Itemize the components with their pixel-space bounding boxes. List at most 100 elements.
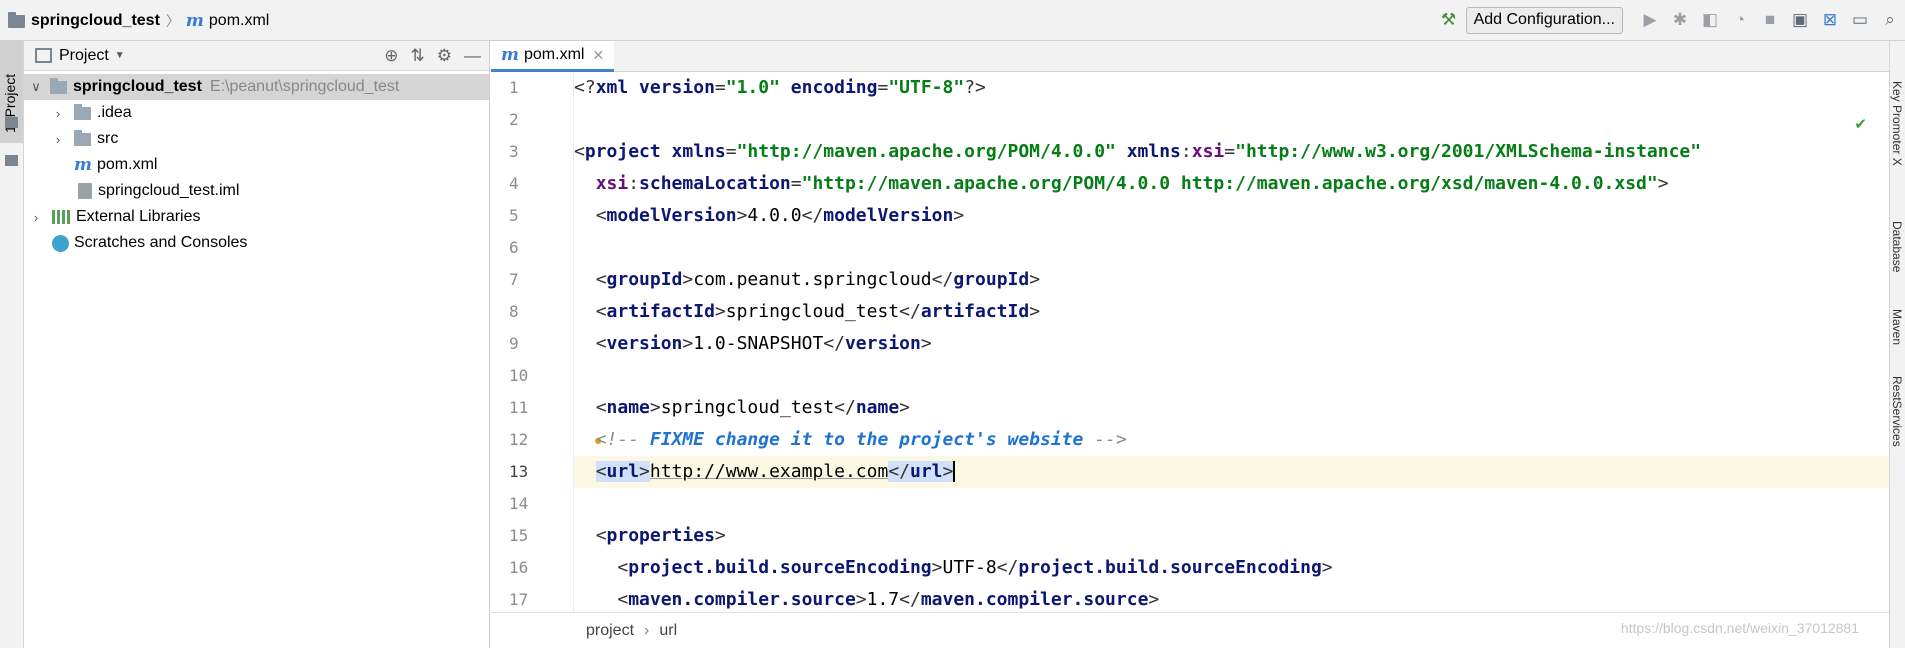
chevron-right-icon: ›	[644, 621, 650, 639]
left-tool-strip: 1: Project	[0, 41, 24, 648]
breadcrumb-item[interactable]: url	[659, 622, 677, 640]
line-number: 5	[509, 206, 519, 225]
folder-icon	[5, 117, 18, 128]
line-number: 16	[509, 558, 529, 577]
tool-tab-maven[interactable]: Maven	[1890, 309, 1904, 345]
code-line: <maven.compiler.source>1.7</maven.compil…	[617, 589, 1160, 610]
coverage-icon[interactable]: ◧	[1695, 6, 1725, 34]
folder-icon	[50, 77, 67, 94]
minimize-icon[interactable]: —	[464, 46, 481, 66]
scratches-icon	[52, 234, 69, 252]
project-panel-actions: ⊕ ⇅ ⚙ —	[384, 46, 481, 66]
line-number: 9	[509, 334, 519, 353]
line-number: 14	[509, 494, 529, 513]
tree-item-label: src	[97, 130, 119, 147]
code-line: <!-- FIXME change it to the project's we…	[595, 429, 1127, 450]
folder-icon	[74, 129, 91, 146]
code-line: <modelVersion>4.0.0</modelVersion>	[595, 205, 965, 226]
tree-item-label: Scratches and Consoles	[74, 234, 248, 251]
chevron-right-icon[interactable]: ›	[50, 106, 66, 121]
project-panel-title[interactable]: Project	[59, 47, 109, 65]
project-panel: Project ▼ ⊕ ⇅ ⚙ — ∨ springcloud_test E:\…	[24, 41, 490, 648]
stop-icon[interactable]: ■	[1755, 6, 1785, 34]
line-number-gutter: 1 2 3 4 5 6 7 8 9 10 11 12 13 14 15 16 1…	[491, 72, 602, 612]
line-number: 6	[509, 238, 519, 257]
chevron-down-icon[interactable]: ▼	[115, 50, 125, 61]
line-number: 11	[509, 398, 529, 417]
tool-tab-key-promoter[interactable]: Key Promoter X	[1890, 81, 1904, 166]
add-configuration-button[interactable]: Add Configuration...	[1465, 6, 1623, 34]
main-toolbar: ⚒ Add Configuration... ▶ ✱ ◧ ◔ ■ ▣ ⊠ ▭ ⌕	[1434, 6, 1905, 34]
maven-file-icon: m	[185, 11, 204, 31]
chevron-down-icon[interactable]: ∨	[28, 79, 44, 95]
module-file-icon	[78, 183, 92, 199]
tree-item-label: pom.xml	[97, 156, 158, 173]
code-line: <groupId>com.peanut.springcloud</groupId…	[595, 269, 1041, 290]
line-number: 17	[509, 590, 529, 609]
search-everywhere-icon[interactable]: ⌕	[1875, 6, 1905, 34]
tree-item-path: E:\peanut\springcloud_test	[209, 78, 400, 95]
locate-icon[interactable]: ⊕	[384, 46, 398, 66]
run-icon[interactable]: ▶	[1635, 6, 1665, 34]
line-number: 4	[509, 174, 519, 193]
build-hammer-icon[interactable]: ⚒	[1434, 6, 1464, 34]
tree-item-external-libraries[interactable]: › External Libraries	[24, 204, 489, 230]
nav-breadcrumb: springcloud_test 〉 m pom.xml	[8, 11, 269, 31]
tree-item-label: springcloud_test.iml	[98, 182, 240, 199]
code-line: xsi:schemaLocation="http://maven.apache.…	[595, 173, 1669, 194]
folder-icon	[8, 11, 25, 28]
tab-pom-xml[interactable]: m pom.xml ✕	[491, 41, 615, 72]
translate-icon[interactable]: ⊠	[1815, 6, 1845, 34]
tree-item-iml[interactable]: springcloud_test.iml	[24, 178, 489, 204]
breadcrumb-project[interactable]: springcloud_test	[31, 12, 160, 30]
libraries-icon	[52, 210, 70, 224]
tool-tab-database[interactable]: Database	[1890, 221, 1904, 272]
code-line: <name>springcloud_test</name>	[595, 397, 911, 418]
editor-tabs: m pom.xml ✕	[491, 41, 1889, 72]
code-area[interactable]: 1 2 3 4 5 6 7 8 9 10 11 12 13 14 15 16 1…	[491, 72, 1889, 612]
line-number: 12	[509, 430, 529, 449]
structure-icon[interactable]	[5, 155, 18, 166]
tree-item-idea[interactable]: › .idea	[24, 100, 489, 126]
debug-icon[interactable]: ✱	[1665, 6, 1695, 34]
inspection-ok-icon[interactable]: ✔	[1854, 115, 1867, 133]
breadcrumb-file[interactable]: pom.xml	[209, 12, 269, 30]
gear-icon[interactable]: ⚙	[437, 46, 452, 66]
close-icon[interactable]: ✕	[592, 47, 604, 64]
project-structure-icon[interactable]: ▣	[1785, 6, 1815, 34]
chevron-right-icon[interactable]: ›	[50, 132, 66, 147]
profile-icon[interactable]: ◔	[1725, 6, 1755, 34]
code-line: <artifactId>springcloud_test</artifactId…	[595, 301, 1041, 322]
code-line: <properties>	[595, 525, 726, 546]
tool-tab-restservices[interactable]: RestServices	[1890, 376, 1904, 447]
code-line: <version>1.0-SNAPSHOT</version>	[595, 333, 932, 354]
collapse-all-icon[interactable]: ⇅	[411, 46, 425, 66]
line-number: 1	[509, 78, 519, 97]
top-bar: springcloud_test 〉 m pom.xml ⚒ Add Confi…	[0, 0, 1905, 41]
tree-item-pom[interactable]: m pom.xml	[24, 152, 489, 178]
chevron-right-icon[interactable]: ›	[28, 210, 44, 225]
tree-item-root[interactable]: ∨ springcloud_test E:\peanut\springcloud…	[24, 74, 489, 100]
folder-icon	[74, 103, 91, 120]
project-tool-tab[interactable]: 1: Project	[0, 41, 23, 143]
maven-file-icon: m	[74, 155, 92, 175]
project-tree: ∨ springcloud_test E:\peanut\springcloud…	[24, 71, 489, 256]
project-view-icon	[35, 48, 52, 63]
tree-item-scratches[interactable]: Scratches and Consoles	[24, 230, 489, 256]
breadcrumb-item[interactable]: project	[586, 622, 634, 640]
chevron-right-icon: 〉	[165, 13, 180, 29]
line-number: 15	[509, 526, 529, 545]
tree-item-label: External Libraries	[76, 208, 201, 225]
line-number: 3	[509, 142, 519, 161]
maven-file-icon: m	[501, 45, 519, 65]
line-number: 2	[509, 110, 519, 129]
editor: m pom.xml ✕ 1 2 3 4 5 6 7 8 9 10 11 12 1…	[491, 41, 1889, 648]
code-line: <project xmlns="http://maven.apache.org/…	[574, 141, 1702, 162]
tree-item-src[interactable]: › src	[24, 126, 489, 152]
tab-label: pom.xml	[524, 46, 585, 63]
line-number: 13	[509, 462, 529, 481]
terminal-icon[interactable]: ▭	[1845, 6, 1875, 34]
